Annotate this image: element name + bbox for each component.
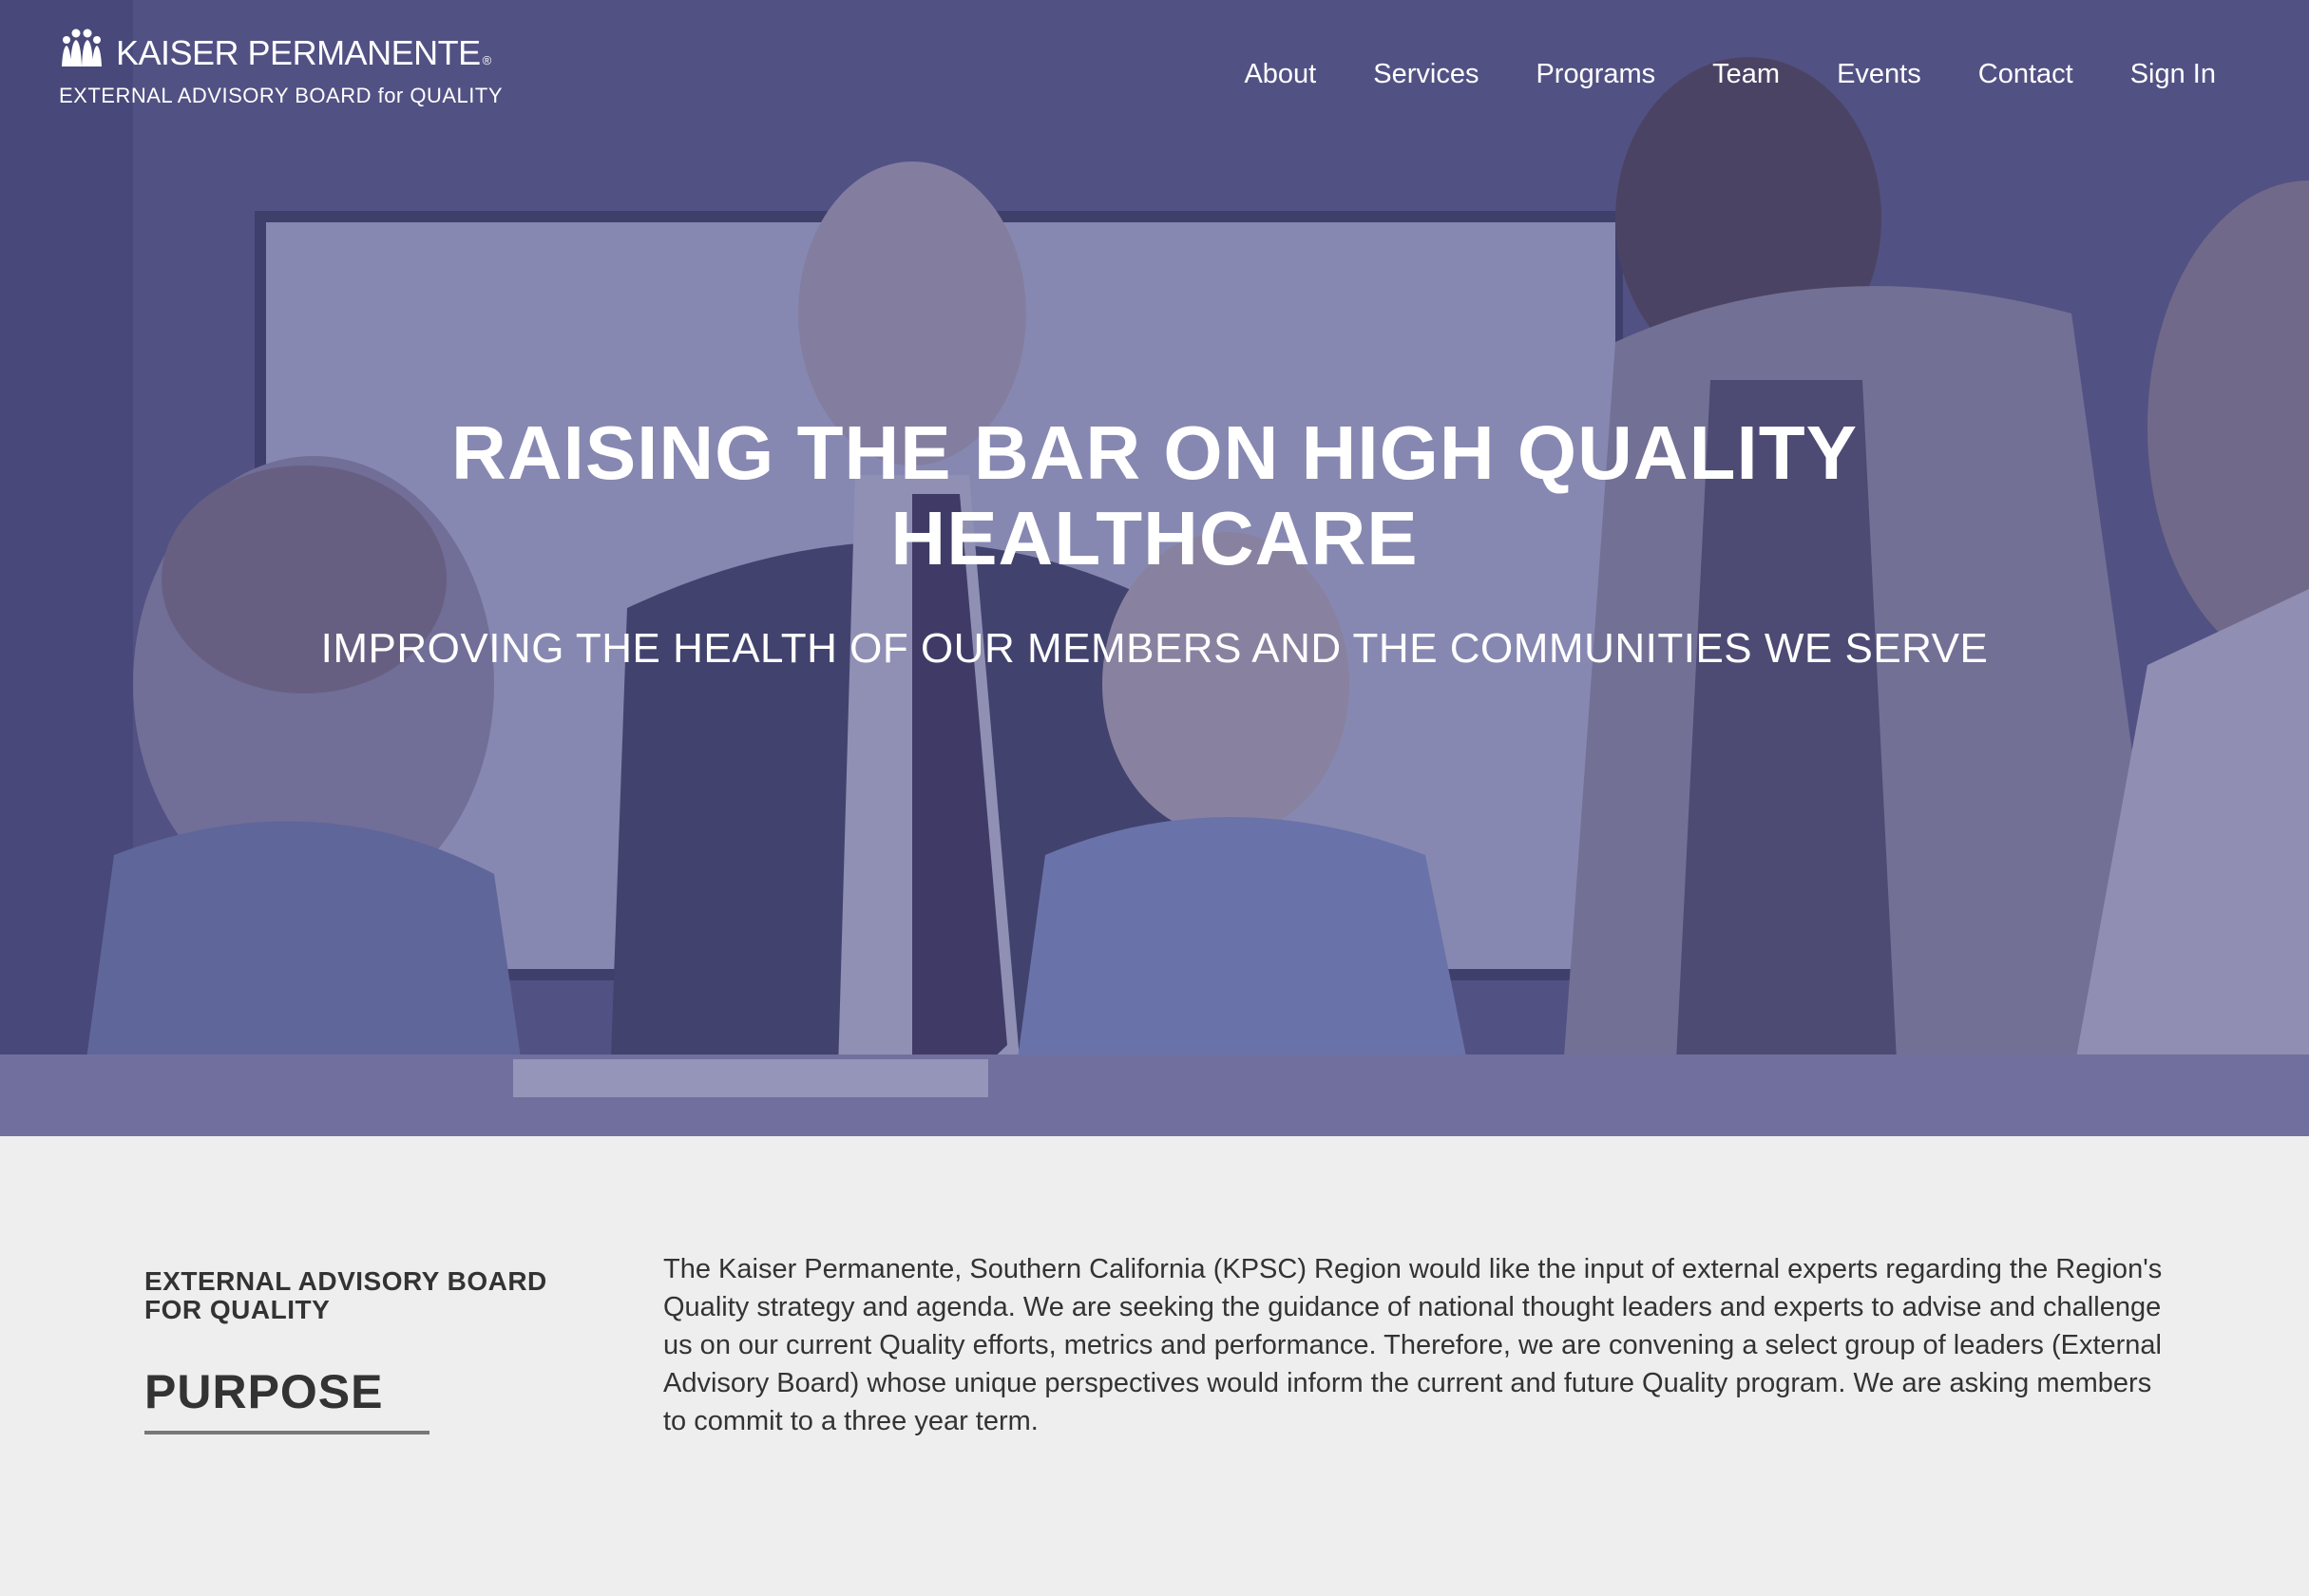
title-underline — [144, 1431, 429, 1434]
hero-title-line-2: HEALTHCARE — [890, 496, 1419, 580]
logo-registered-mark: ® — [482, 53, 492, 67]
hero-section: KAISER PERMANENTE ® EXTERNAL ADVISORY BO… — [0, 0, 2309, 1136]
hero-title: RAISING THE BAR ON HIGH QUALITY HEALTHCA… — [0, 410, 2309, 581]
purpose-section: EXTERNAL ADVISORY BOARD FOR QUALITY PURP… — [0, 1136, 2309, 1596]
hero-title-line-1: RAISING THE BAR ON HIGH QUALITY — [451, 410, 1858, 495]
nav-services[interactable]: Services — [1373, 55, 1479, 93]
site-logo[interactable]: KAISER PERMANENTE ® EXTERNAL ADVISORY BO… — [59, 25, 503, 108]
logo-wordmark: KAISER PERMANENTE — [116, 33, 481, 72]
nav-about[interactable]: About — [1244, 55, 1316, 93]
kaiser-logo-icon — [62, 28, 102, 66]
eyebrow-line-1: EXTERNAL ADVISORY BOARD — [144, 1266, 547, 1296]
nav-contact[interactable]: Contact — [1978, 55, 2073, 93]
section-title: PURPOSE — [144, 1365, 384, 1418]
nav-team[interactable]: Team — [1712, 55, 1780, 93]
nav-programs[interactable]: Programs — [1536, 55, 1655, 93]
nav-sign-in[interactable]: Sign In — [2130, 55, 2216, 93]
hero-subtitle: IMPROVING THE HEALTH OF OUR MEMBERS AND … — [320, 625, 1989, 672]
logo-subtitle: EXTERNAL ADVISORY BOARD for QUALITY — [59, 84, 504, 107]
main-nav: About Services Programs Team Events Cont… — [1244, 55, 2216, 93]
nav-events[interactable]: Events — [1837, 55, 1921, 93]
eyebrow-line-2: FOR QUALITY — [144, 1295, 331, 1324]
section-eyebrow: EXTERNAL ADVISORY BOARD FOR QUALITY — [144, 1267, 582, 1324]
purpose-body-text: The Kaiser Permanente, Southern Californ… — [663, 1254, 2163, 1436]
